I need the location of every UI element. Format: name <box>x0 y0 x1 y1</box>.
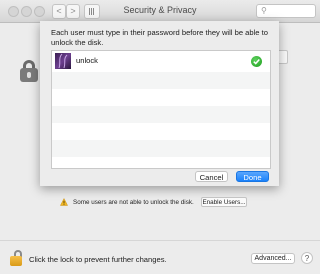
warning-text: Some users are not able to unlock the di… <box>73 199 194 206</box>
empty-row <box>52 157 270 168</box>
enable-users-sheet: Each user must type in their password be… <box>40 21 279 186</box>
empty-row <box>52 72 270 89</box>
help-button[interactable]: ? <box>301 252 313 264</box>
warning-icon <box>60 198 68 206</box>
divider <box>0 240 320 241</box>
user-list[interactable]: unlock <box>51 50 271 169</box>
enable-users-button[interactable]: Enable Users... <box>201 197 247 207</box>
checkmark-icon <box>251 56 262 67</box>
sheet-message: Each user must type in their password be… <box>51 28 268 47</box>
lock-instruction: Click the lock to prevent further change… <box>29 255 167 264</box>
padlock-icon[interactable] <box>10 250 24 266</box>
advanced-button[interactable]: Advanced... <box>251 253 295 264</box>
search-icon: ⚲ <box>261 6 267 15</box>
filevault-lock-icon <box>20 60 40 82</box>
empty-row <box>52 89 270 106</box>
cancel-button[interactable]: Cancel <box>195 171 228 182</box>
title-bar: < > Security & Privacy ⚲ <box>0 0 320 23</box>
avatar <box>55 53 71 69</box>
done-button[interactable]: Done <box>236 171 269 182</box>
empty-row <box>52 140 270 157</box>
list-item[interactable]: unlock <box>52 51 270 72</box>
search-field[interactable]: ⚲ <box>256 4 316 18</box>
search-input[interactable] <box>271 5 311 17</box>
preferences-window: < > Security & Privacy ⚲ Each user must … <box>0 0 320 274</box>
empty-row <box>52 123 270 140</box>
empty-row <box>52 106 270 123</box>
user-name: unlock <box>76 56 98 65</box>
